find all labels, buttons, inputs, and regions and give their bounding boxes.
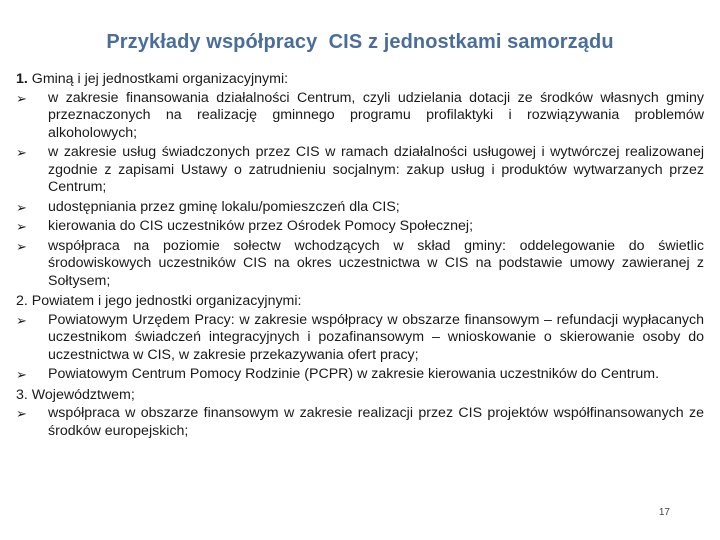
slide-content: 1. Gminą i jej jednostkami organizacyjny… — [16, 68, 704, 442]
list-item: ➢ współpraca w obszarze finansowym w zakr… — [16, 405, 704, 440]
list-item: ➢ w zakresie finansowania działalności C… — [16, 90, 704, 143]
list-item-text: Powiatowym Centrum Pomocy Rodzinie (PCPR… — [48, 366, 660, 382]
arrow-bullet-icon: ➢ — [16, 90, 27, 106]
list-item-text: współpraca na poziomie sołectw wchodzący… — [48, 237, 704, 289]
arrow-bullet-icon: ➢ — [16, 199, 27, 215]
list-item-text: współpraca w obszarze finansowym w zakre… — [48, 405, 704, 439]
list-item-text: kierowania do CIS uczestników przez Ośro… — [48, 218, 474, 234]
arrow-bullet-icon: ➢ — [16, 367, 27, 382]
section-wojewodztwo: 3. Województwem; ➢ współpraca w obszarze … — [16, 387, 704, 441]
list-item: ➢ Powiatowym Urzędem Pracy: w zakresie ws… — [16, 312, 704, 365]
section-heading-text: Województwem; — [27, 386, 135, 403]
section-number: 2. — [16, 293, 28, 309]
section-heading: 2. Powiatem i jego jednostki organizacyj… — [16, 293, 704, 311]
list-item-text: udostępniania przez gminę lokalu/pomiesz… — [48, 198, 400, 215]
section-heading: 1. Gminą i jej jednostkami organizacyjny… — [16, 71, 704, 89]
section-gmina: 1. Gminą i jej jednostkami organizacyjny… — [16, 71, 704, 290]
list-item: ➢ Powiatowym Centrum Pomocy Rodzinie (PC… — [16, 366, 704, 384]
list-item: ➢ współpraca na poziomie sołectw wchodzą… — [16, 238, 704, 291]
page-number: 17 — [658, 507, 670, 518]
section-heading-text: Gminą i jej jednostkami organizacyjnymi: — [27, 71, 289, 87]
slide-title: Przykłady współpracy CIS z jednostkami s… — [106, 31, 614, 53]
section-heading-text: Powiatem i jego jednostki organizacyjnym… — [27, 293, 302, 309]
section-powiat: 2. Powiatem i jego jednostki organizacyj… — [16, 293, 704, 384]
section-heading: 3. Województwem; — [16, 387, 704, 405]
list-item-text: Powiatowym Urzędem Pracy: w zakresie wsp… — [48, 311, 704, 363]
arrow-bullet-icon: ➢ — [16, 145, 27, 160]
arrow-bullet-icon: ➢ — [16, 312, 27, 328]
arrow-bullet-icon: ➢ — [16, 219, 27, 234]
arrow-bullet-icon: ➢ — [16, 406, 27, 421]
section-number: 3. — [16, 386, 28, 403]
list-item-text: w zakresie usług świadczonych przez CIS … — [48, 144, 704, 195]
list-item: ➢ udostępniania przez gminę lokalu/pomie… — [16, 199, 704, 217]
list-item-text: w zakresie finansowania działalności Cen… — [48, 89, 704, 141]
arrow-bullet-icon: ➢ — [16, 238, 27, 254]
list-item: ➢ kierowania do CIS uczestników przez Ośr… — [16, 218, 704, 236]
section-number: 1. — [16, 71, 28, 87]
list-item: ➢ w zakresie usług świadczonych przez CI… — [16, 144, 704, 197]
